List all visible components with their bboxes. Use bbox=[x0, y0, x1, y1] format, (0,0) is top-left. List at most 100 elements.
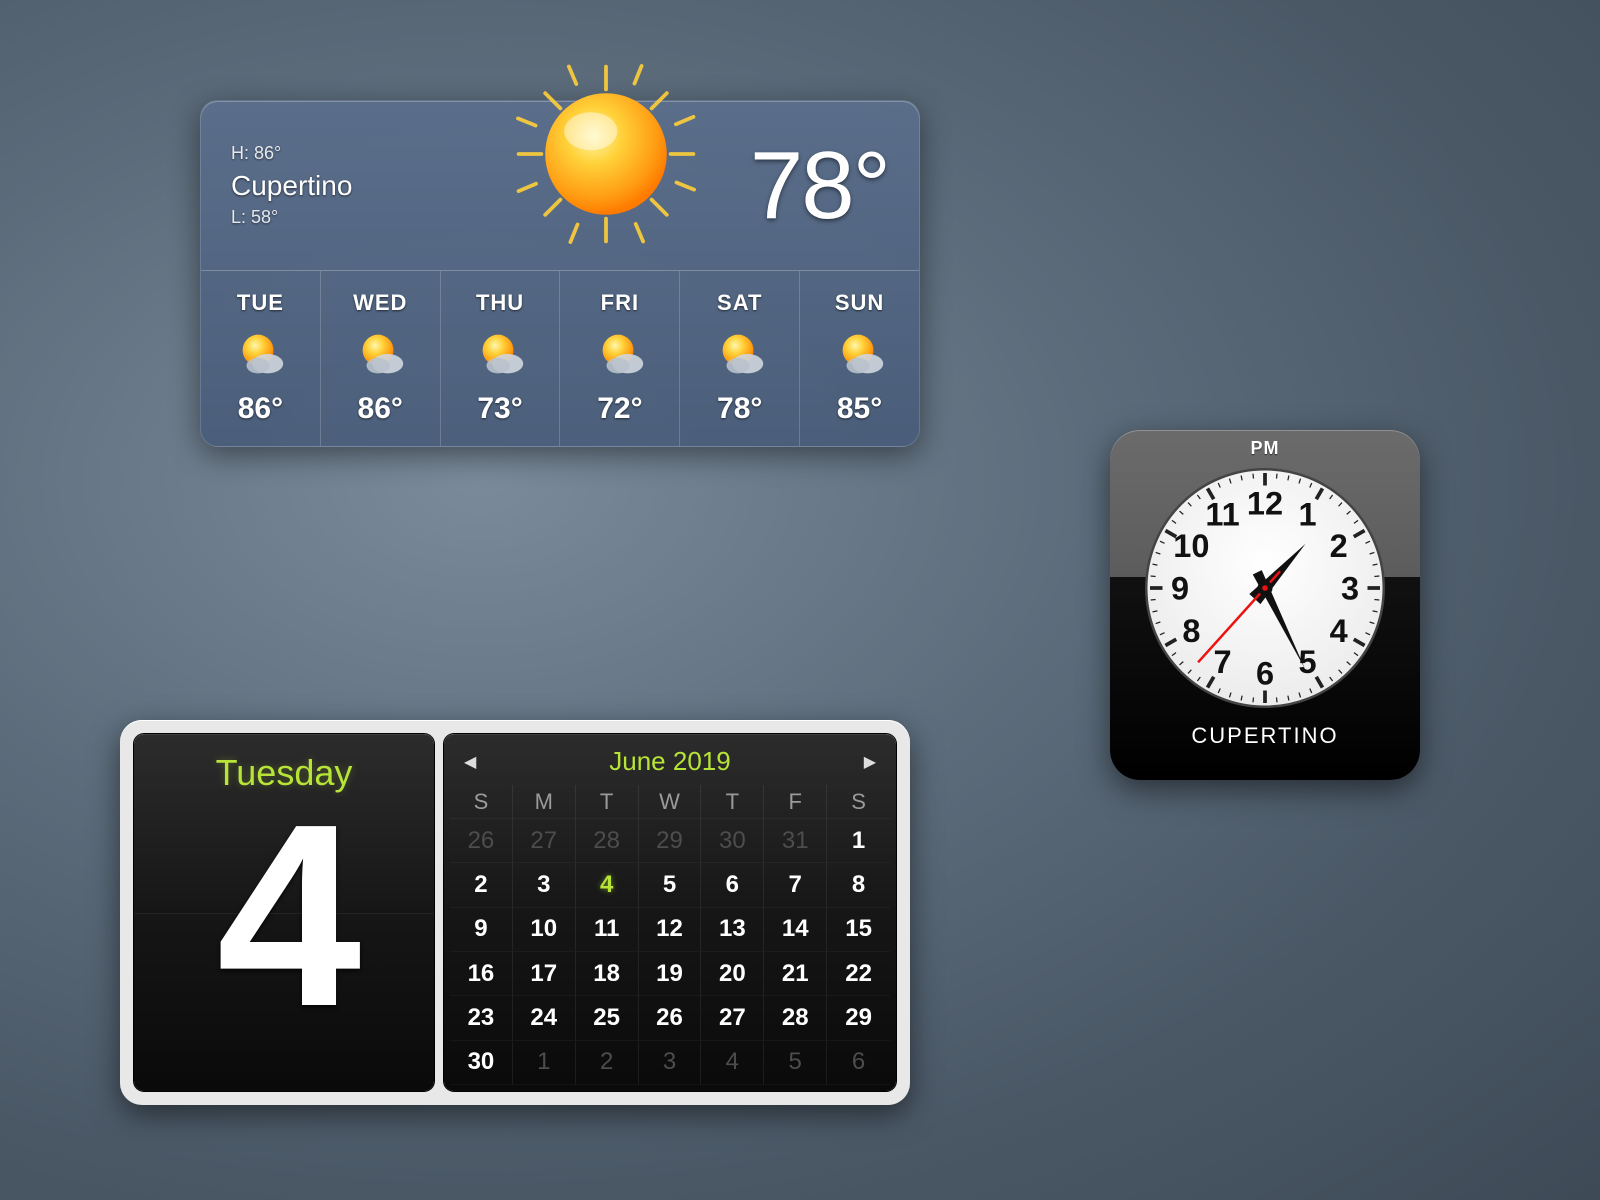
calendar-day-cell: 2 bbox=[576, 1041, 639, 1085]
calendar-day-cell[interactable]: 4 bbox=[576, 863, 639, 907]
calendar-day-cell[interactable]: 18 bbox=[576, 952, 639, 996]
calendar-day-cell: 1 bbox=[513, 1041, 576, 1085]
calendar-day-cell[interactable]: 30 bbox=[450, 1041, 513, 1085]
calendar-day-cell: 26 bbox=[450, 819, 513, 863]
calendar-dow: F bbox=[764, 785, 827, 819]
calendar-day-cell[interactable]: 26 bbox=[639, 996, 702, 1040]
calendar-header: ◀ June 2019 ▶ bbox=[450, 742, 890, 785]
svg-text:4: 4 bbox=[1330, 613, 1348, 649]
weather-current: H: 86° Cupertino L: 58° bbox=[201, 101, 919, 271]
calendar-day-cell[interactable]: 1 bbox=[827, 819, 890, 863]
svg-text:9: 9 bbox=[1171, 570, 1189, 606]
svg-text:6: 6 bbox=[1256, 655, 1274, 691]
forecast-day-temp: 86° bbox=[358, 392, 403, 426]
forecast-day[interactable]: WED 86° bbox=[321, 271, 441, 446]
forecast-day[interactable]: FRI 72° bbox=[560, 271, 680, 446]
calendar-day-cell: 28 bbox=[576, 819, 639, 863]
svg-text:7: 7 bbox=[1213, 644, 1231, 680]
forecast-day-temp: 73° bbox=[477, 392, 522, 426]
calendar-day-cell[interactable]: 6 bbox=[701, 863, 764, 907]
calendar-day-cell: 31 bbox=[764, 819, 827, 863]
svg-text:3: 3 bbox=[1341, 570, 1359, 606]
weather-high: H: 86° bbox=[231, 141, 431, 166]
calendar-day-cell[interactable]: 19 bbox=[639, 952, 702, 996]
forecast-day-temp: 86° bbox=[238, 392, 283, 426]
clock-face: 121234567891011 bbox=[1140, 463, 1390, 713]
forecast-day[interactable]: TUE 86° bbox=[201, 271, 321, 446]
calendar-day-cell: 5 bbox=[764, 1041, 827, 1085]
calendar-month-label: June 2019 bbox=[609, 746, 730, 777]
calendar-day-cell: 29 bbox=[639, 819, 702, 863]
calendar-day-cell[interactable]: 28 bbox=[764, 996, 827, 1040]
weather-location: H: 86° Cupertino L: 58° bbox=[231, 141, 431, 231]
clock-ampm: PM bbox=[1251, 438, 1280, 459]
weather-current-temp: 78° bbox=[750, 131, 889, 241]
calendar-date-panel: Tuesday 4 bbox=[134, 734, 434, 1091]
calendar-day-cell[interactable]: 10 bbox=[513, 908, 576, 952]
weather-city: Cupertino bbox=[231, 166, 431, 205]
weather-widget[interactable]: H: 86° Cupertino L: 58° bbox=[200, 100, 920, 447]
calendar-day-number: 4 bbox=[217, 786, 352, 1046]
svg-text:1: 1 bbox=[1298, 497, 1316, 533]
calendar-day-cell[interactable]: 5 bbox=[639, 863, 702, 907]
calendar-day-cell[interactable]: 29 bbox=[827, 996, 890, 1040]
clock-widget[interactable]: PM 121234567891011 CUPERTINO bbox=[1110, 430, 1420, 780]
calendar-day-cell[interactable]: 16 bbox=[450, 952, 513, 996]
svg-text:11: 11 bbox=[1205, 497, 1239, 533]
forecast-day-temp: 78° bbox=[717, 392, 762, 426]
calendar-day-cell[interactable]: 22 bbox=[827, 952, 890, 996]
calendar-day-cell[interactable]: 24 bbox=[513, 996, 576, 1040]
forecast-day[interactable]: THU 73° bbox=[441, 271, 561, 446]
partly-sunny-icon bbox=[711, 325, 769, 383]
calendar-day-cell[interactable]: 3 bbox=[513, 863, 576, 907]
calendar-widget[interactable]: Tuesday 4 ◀ June 2019 ▶ SMTWTFS262728293… bbox=[120, 720, 910, 1105]
calendar-dow: W bbox=[639, 785, 702, 819]
forecast-day[interactable]: SAT 78° bbox=[680, 271, 800, 446]
weather-forecast-row: TUE 86°WED 86°THU bbox=[201, 271, 919, 446]
calendar-dow: S bbox=[827, 785, 890, 819]
calendar-day-cell: 4 bbox=[701, 1041, 764, 1085]
calendar-day-cell[interactable]: 17 bbox=[513, 952, 576, 996]
calendar-dow: T bbox=[576, 785, 639, 819]
forecast-day-label: FRI bbox=[601, 290, 639, 316]
next-month-button[interactable]: ▶ bbox=[864, 752, 876, 772]
calendar-day-cell[interactable]: 25 bbox=[576, 996, 639, 1040]
svg-text:2: 2 bbox=[1330, 528, 1348, 564]
calendar-day-cell[interactable]: 15 bbox=[827, 908, 890, 952]
forecast-day-temp: 72° bbox=[597, 392, 642, 426]
calendar-day-cell[interactable]: 14 bbox=[764, 908, 827, 952]
calendar-day-cell: 3 bbox=[639, 1041, 702, 1085]
svg-text:8: 8 bbox=[1182, 613, 1200, 649]
forecast-day-temp: 85° bbox=[837, 392, 882, 426]
calendar-day-cell[interactable]: 20 bbox=[701, 952, 764, 996]
partly-sunny-icon bbox=[831, 325, 889, 383]
calendar-dow: S bbox=[450, 785, 513, 819]
forecast-day[interactable]: SUN 85° bbox=[800, 271, 919, 446]
calendar-day-cell[interactable]: 11 bbox=[576, 908, 639, 952]
calendar-day-cell[interactable]: 12 bbox=[639, 908, 702, 952]
svg-text:12: 12 bbox=[1247, 485, 1283, 521]
partly-sunny-icon bbox=[231, 325, 289, 383]
partly-sunny-icon bbox=[351, 325, 409, 383]
calendar-day-cell: 27 bbox=[513, 819, 576, 863]
calendar-day-cell[interactable]: 8 bbox=[827, 863, 890, 907]
calendar-day-cell[interactable]: 23 bbox=[450, 996, 513, 1040]
calendar-day-cell[interactable]: 27 bbox=[701, 996, 764, 1040]
calendar-day-cell: 6 bbox=[827, 1041, 890, 1085]
calendar-day-cell[interactable]: 7 bbox=[764, 863, 827, 907]
prev-month-button[interactable]: ◀ bbox=[464, 752, 476, 772]
svg-text:10: 10 bbox=[1173, 528, 1209, 564]
calendar-day-cell[interactable]: 21 bbox=[764, 952, 827, 996]
partly-sunny-icon bbox=[471, 325, 529, 383]
calendar-grid: SMTWTFS262728293031123456789101112131415… bbox=[450, 785, 890, 1085]
partly-sunny-icon bbox=[591, 325, 649, 383]
forecast-day-label: SAT bbox=[717, 290, 762, 316]
calendar-dow: T bbox=[701, 785, 764, 819]
calendar-day-cell[interactable]: 9 bbox=[450, 908, 513, 952]
forecast-day-label: WED bbox=[353, 290, 407, 316]
forecast-day-label: SUN bbox=[835, 290, 884, 316]
forecast-day-label: TUE bbox=[237, 290, 284, 316]
calendar-day-cell[interactable]: 13 bbox=[701, 908, 764, 952]
calendar-day-cell[interactable]: 2 bbox=[450, 863, 513, 907]
clock-city: CUPERTINO bbox=[1191, 723, 1338, 749]
